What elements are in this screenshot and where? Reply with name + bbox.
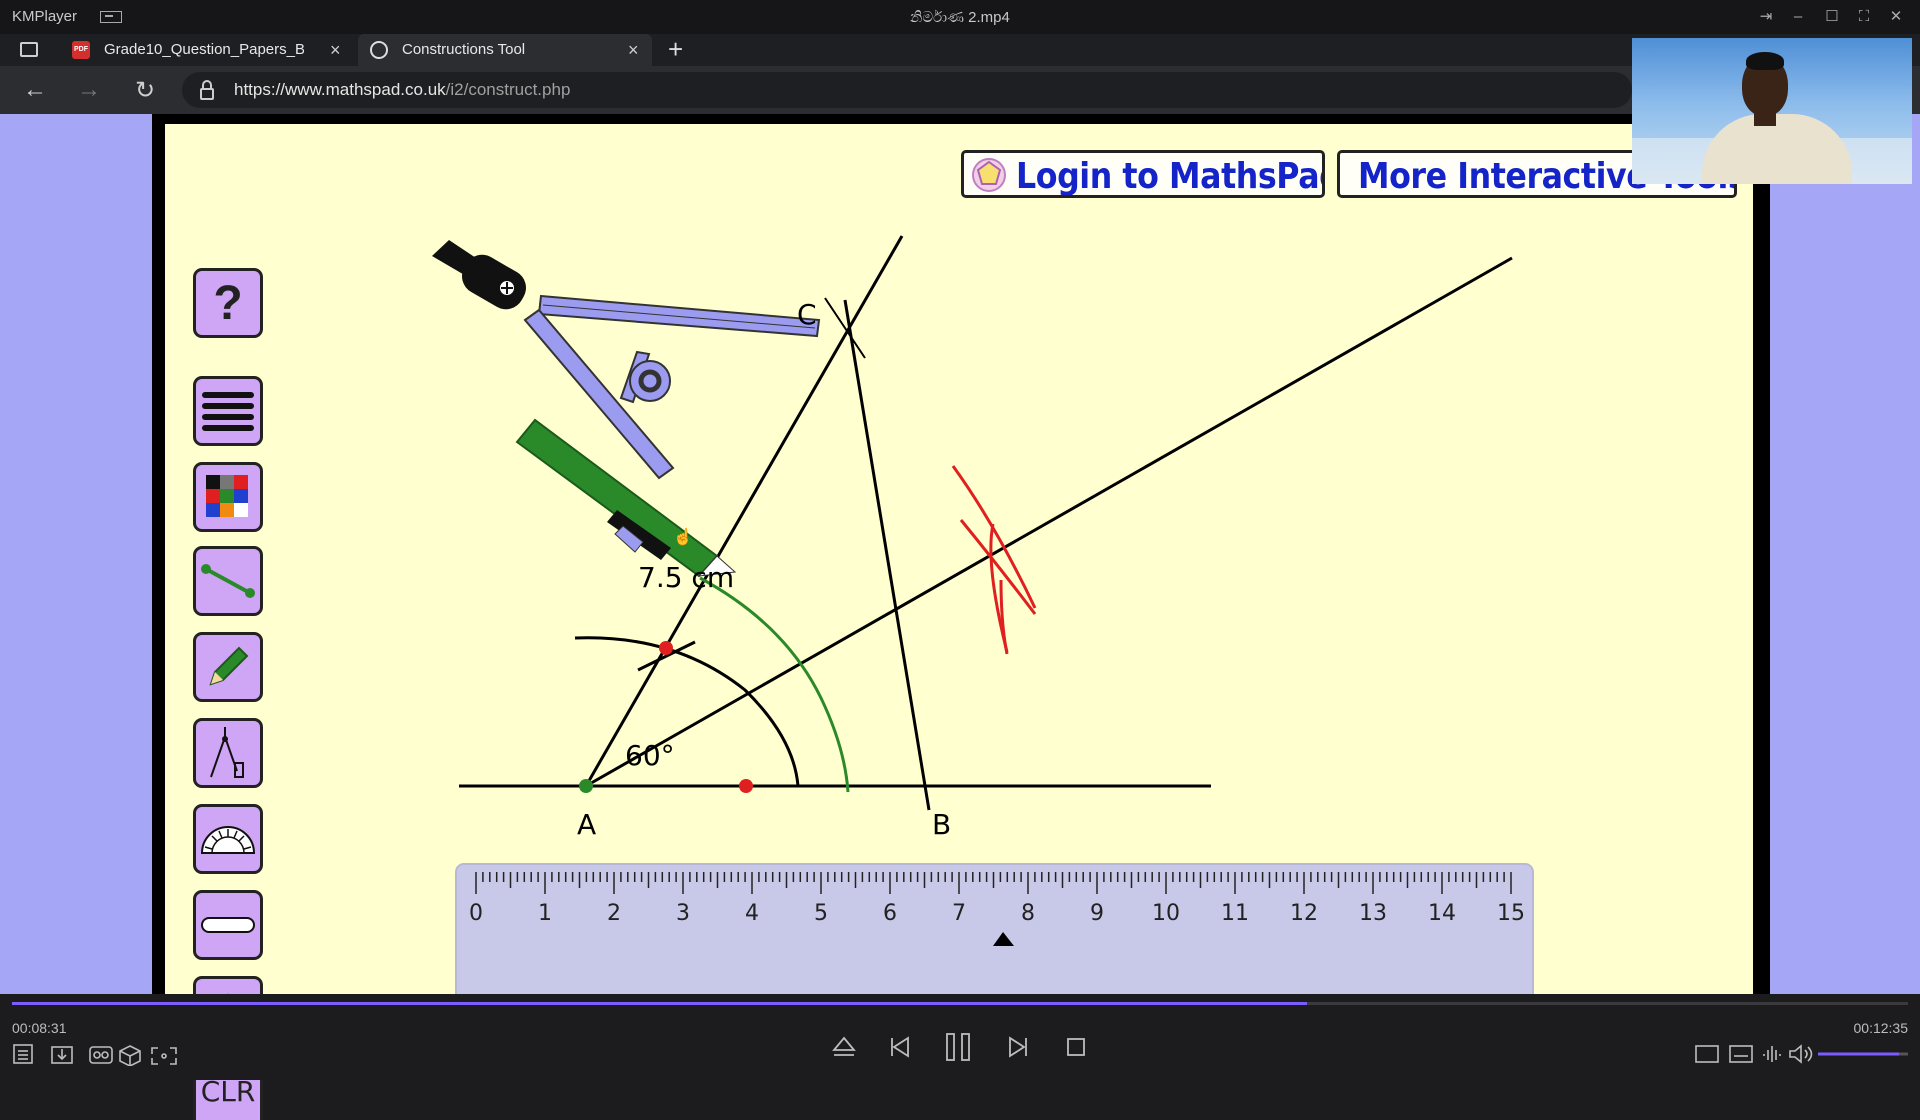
tab-label: Grade10_Question_Papers_Book_ <box>104 41 304 58</box>
ruler-label: 4 <box>745 901 759 926</box>
ruler-label: 13 <box>1359 901 1387 926</box>
pause-icon <box>946 1033 955 1061</box>
player-controls: 00:08:31 00:12:35 <box>0 994 1920 1080</box>
tab-question-papers[interactable]: PDF Grade10_Question_Papers_Book_ × <box>60 34 350 66</box>
presenter-hair <box>1746 52 1784 70</box>
capture-icon <box>151 1047 177 1065</box>
presenter-shirt <box>1702 114 1852 184</box>
angle-label: 60° <box>625 739 675 772</box>
webcam-overlay <box>1632 38 1912 184</box>
close-tab-icon[interactable]: × <box>330 34 341 66</box>
bisector-line <box>585 256 1513 788</box>
video-title: නිර්මාණ 2.mp4 <box>910 9 1010 26</box>
ruler-label: 14 <box>1428 901 1456 926</box>
hand-cursor-icon: ☝ <box>673 529 693 546</box>
ruler-label: 10 <box>1152 901 1180 926</box>
volume-icon <box>1789 1044 1802 1064</box>
ruler-label: 8 <box>1021 901 1035 926</box>
url-host: https://www.mathspad.co.uk <box>234 80 446 99</box>
ruler-label: 9 <box>1090 901 1104 926</box>
site-icon <box>370 41 388 59</box>
web-page: ? CLR Login to MathsPad More Interactive… <box>0 38 1920 1120</box>
left-controls <box>13 1044 177 1066</box>
presenter-neck <box>1754 112 1776 126</box>
minimize-icon[interactable]: – <box>1788 7 1808 27</box>
tab-label: Constructions Tool <box>402 41 526 58</box>
arc-point-red-2 <box>659 641 673 655</box>
ruler-label: 3 <box>676 901 690 926</box>
next-icon <box>1009 1036 1026 1058</box>
line-bc <box>843 299 931 811</box>
url-path: /i2/construct.php <box>445 80 571 99</box>
playlist-icon <box>13 1044 33 1064</box>
construction-drawing: A B C 60° 7.5 cm 0 1 2 3 4 5 6 7 8 9 10 11 12 13 14 15 <box>432 235 1534 994</box>
ruler-label: 12 <box>1290 901 1318 926</box>
point-a-dot <box>579 779 593 793</box>
pdf-icon: PDF <box>72 41 90 59</box>
arc-60 <box>574 636 800 787</box>
stop-icon <box>1067 1038 1085 1056</box>
ruler-label: 6 <box>883 901 897 926</box>
forward-icon[interactable]: → <box>74 76 104 104</box>
sidebar-toggle-icon[interactable] <box>20 42 38 57</box>
time-total: 00:12:35 <box>1853 1020 1909 1036</box>
reload-icon[interactable]: ↻ <box>130 76 160 105</box>
ruler-label: 11 <box>1221 901 1249 926</box>
time-elapsed: 00:08:31 <box>12 1020 67 1036</box>
audio-icon <box>1763 1046 1781 1062</box>
transport-controls[interactable] <box>830 1030 1090 1070</box>
subtitle-icon <box>1729 1045 1753 1063</box>
right-controls[interactable] <box>1694 1042 1910 1066</box>
construction-canvas[interactable]: ? CLR Login to MathsPad More Interactive… <box>165 124 1753 1120</box>
ruler-label: 2 <box>607 901 621 926</box>
close-tab-icon[interactable]: × <box>628 34 639 66</box>
label-b: B <box>932 808 951 841</box>
maximize-icon[interactable]: ☐ <box>1822 7 1842 27</box>
compass-graphic <box>432 240 821 578</box>
new-tab-icon[interactable]: + <box>668 34 683 64</box>
ruler-label: 7 <box>952 901 966 926</box>
ruler[interactable]: 0 1 2 3 4 5 6 7 8 9 10 11 12 13 14 15 <box>455 863 1534 994</box>
close-window-icon[interactable]: ✕ <box>1886 7 1906 27</box>
eject-icon <box>832 1036 856 1051</box>
green-arc <box>699 576 850 793</box>
pin-icon[interactable]: ⇥ <box>1756 7 1776 27</box>
fullscreen-icon[interactable]: ⛶ <box>1854 7 1874 27</box>
ruler-label: 15 <box>1497 901 1525 926</box>
length-label: 7.5 cm <box>638 561 734 594</box>
seek-progress <box>12 1002 1307 1005</box>
back-icon[interactable]: ← <box>20 76 50 104</box>
label-c: C <box>797 298 817 331</box>
ruler-label: 0 <box>469 901 483 926</box>
hw-decoder-icon <box>1695 1045 1719 1063</box>
lock-shackle <box>202 80 212 90</box>
ruler-label: 5 <box>814 901 828 926</box>
ruler-label: 1 <box>538 901 552 926</box>
arc-point-red-1 <box>739 779 753 793</box>
url-text: https://www.mathspad.co.uk/i2/construct.… <box>234 80 570 100</box>
label-a: A <box>577 808 596 841</box>
player-title-bar: KMPlayer නිර්මාණ 2.mp4 ⇥ – ☐ ⛶ ✕ <box>0 0 1920 34</box>
tab-constructions-tool[interactable]: Constructions Tool × <box>358 34 652 66</box>
